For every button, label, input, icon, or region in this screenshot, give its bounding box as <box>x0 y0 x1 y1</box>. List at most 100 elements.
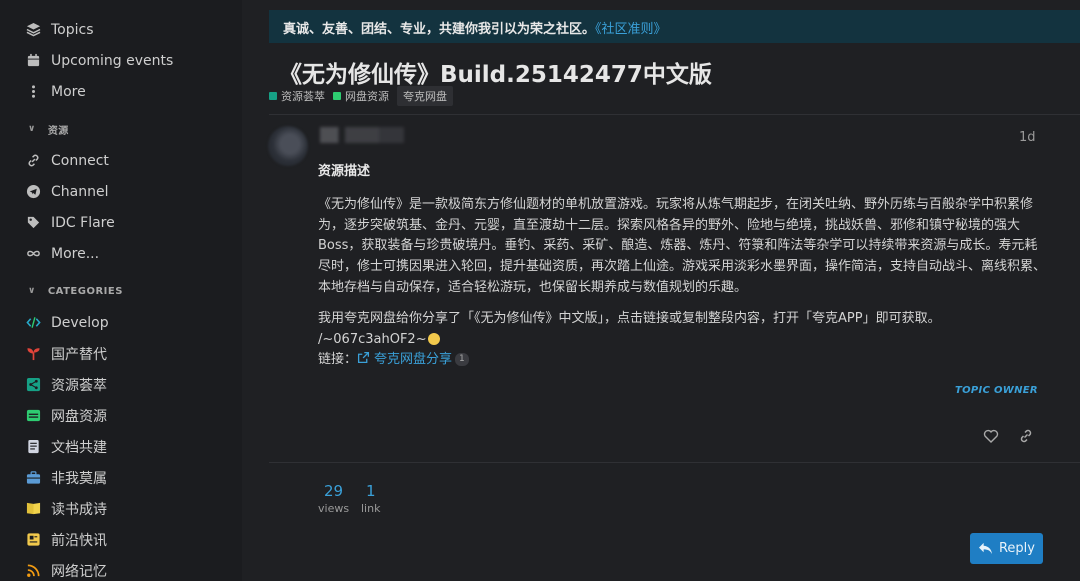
views-stat: 29 views <box>318 482 349 515</box>
sidebar-item-jobs[interactable]: 非我莫属 <box>0 462 242 493</box>
sidebar-item-label: Upcoming events <box>51 52 174 69</box>
smile-emoji-icon <box>427 333 440 346</box>
sidebar-item-reading[interactable]: 读书成诗 <box>0 493 242 524</box>
briefcase-icon <box>26 470 41 485</box>
sidebar: Topics Upcoming events More ∨ 资源 Connect… <box>0 0 242 581</box>
layers-icon <box>26 22 41 37</box>
category-color-icon <box>269 92 277 100</box>
reply-label: Reply <box>998 541 1035 556</box>
section-title: 资源 <box>47 125 69 137</box>
topic-tags: 资源荟萃 网盘资源 夸克网盘 <box>269 86 461 106</box>
sidebar-item-label: IDC Flare <box>51 214 115 231</box>
sidebar-item-domestic-alternatives[interactable]: 国产替代 <box>0 338 242 369</box>
sidebar-item-frontier-news[interactable]: 前沿快讯 <box>0 524 242 555</box>
share-link-line: 链接： 夸克网盘分享 1 <box>318 350 1048 371</box>
category-label: 网盘资源 <box>345 90 389 103</box>
sidebar-item-web-memory[interactable]: 网络记忆 <box>0 555 242 581</box>
sidebar-item-resource-hub[interactable]: 资源荟萃 <box>0 369 242 400</box>
sidebar-item-label: 国产替代 <box>51 346 107 363</box>
views-label: views <box>318 502 350 515</box>
sidebar-item-idc-flare[interactable]: IDC Flare <box>0 207 242 238</box>
sidebar-item-label: Channel <box>51 183 109 200</box>
sidebar-item-label: 读书成诗 <box>51 501 107 518</box>
infinity-icon <box>26 246 41 261</box>
link-icon <box>26 153 41 168</box>
reply-arrow-icon <box>978 542 992 555</box>
link-label: link <box>361 502 381 515</box>
sidebar-item-label: 资源荟萃 <box>51 377 107 394</box>
category-badge-resource-hub[interactable]: 资源荟萃 <box>269 88 325 104</box>
sidebar-item-label: 前沿快讯 <box>51 532 107 549</box>
share-link[interactable]: 夸克网盘分享 <box>357 352 452 367</box>
section-header-resources[interactable]: ∨ 资源 <box>0 113 242 145</box>
sidebar-item-label: Connect <box>51 152 109 169</box>
external-link-icon <box>357 352 370 364</box>
share-code-line: /~067c3ahOF2~ <box>318 330 1048 351</box>
divider <box>269 114 1080 115</box>
sidebar-item-label: Topics <box>51 21 94 38</box>
rss-icon <box>26 563 41 578</box>
sprout-icon <box>26 346 41 361</box>
chevron-down-icon: ∨ <box>28 286 36 296</box>
links-stat[interactable]: 1 link <box>361 482 380 515</box>
divider <box>269 462 1080 463</box>
topic-owner-badge: TOPIC OWNER <box>955 385 1038 396</box>
calendar-icon <box>26 53 41 68</box>
username-redacted[interactable] <box>320 127 404 143</box>
category-label: 资源荟萃 <box>281 90 325 103</box>
sidebar-item-label: 文档共建 <box>51 439 107 456</box>
code-icon <box>26 315 41 330</box>
sidebar-item-label: Develop <box>51 314 109 331</box>
share-block: 我用夸克网盘给你分享了「《无为修仙传》中文版」，点击链接或复制整段内容，打开「夸… <box>318 309 1048 371</box>
news-icon <box>26 532 41 547</box>
sidebar-item-more-resources[interactable]: More... <box>0 238 242 269</box>
sidebar-item-label: 网盘资源 <box>51 408 107 425</box>
share-link-text: 夸克网盘分享 <box>374 352 453 368</box>
post-heading: 资源描述 <box>318 164 371 179</box>
section-header-categories[interactable]: ∨ CATEGORIES <box>0 275 242 307</box>
telegram-icon <box>26 184 41 199</box>
category-badge-cloud-drive[interactable]: 网盘资源 <box>333 88 389 104</box>
sidebar-item-docs[interactable]: 文档共建 <box>0 431 242 462</box>
share-text: 我用夸克网盘给你分享了「《无为修仙传》中文版」，点击链接或复制整段内容，打开「夸… <box>318 310 941 326</box>
share-icon <box>26 377 41 392</box>
link-click-count: 1 <box>455 353 469 367</box>
banner-text: 真诚、友善、团结、专业，共建你我引以为荣之社区。 <box>283 22 596 37</box>
drive-icon <box>26 408 41 423</box>
sidebar-item-cloud-drive[interactable]: 网盘资源 <box>0 400 242 431</box>
tag-label: 夸克网盘 <box>403 90 447 103</box>
post-description: 《无为修仙传》是一款极简东方修仙题材的单机放置游戏。玩家将从炼气期起步，在闭关吐… <box>318 196 1047 295</box>
chevron-down-icon: ∨ <box>28 124 36 134</box>
reply-button[interactable]: Reply <box>970 533 1043 564</box>
community-banner: 真诚、友善、团结、专业，共建你我引以为荣之社区。《社区准则》 <box>269 10 1080 43</box>
copy-link-icon[interactable] <box>1018 428 1034 444</box>
sidebar-item-label: 网络记忆 <box>51 563 107 580</box>
post-body: 资源描述 《无为修仙传》是一款极简东方修仙题材的单机放置游戏。玩家将从炼气期起步… <box>318 162 1048 371</box>
share-code: /~067c3ahOF2~ <box>318 331 427 347</box>
topic-title: 《无为修仙传》Build.25142477中文版 <box>279 62 712 88</box>
category-color-icon <box>333 92 341 100</box>
book-icon <box>26 501 41 516</box>
avatar[interactable] <box>268 126 308 166</box>
like-heart-icon[interactable] <box>983 428 999 444</box>
document-icon <box>26 439 41 454</box>
tag-quark-drive[interactable]: 夸克网盘 <box>397 86 453 106</box>
sidebar-item-develop[interactable]: Develop <box>0 307 242 338</box>
topic-main: 真诚、友善、团结、专业，共建你我引以为荣之社区。《社区准则》 《无为修仙传》Bu… <box>242 0 1080 581</box>
sidebar-item-topics[interactable]: Topics <box>0 14 242 45</box>
guidelines-link[interactable]: 《社区准则》 <box>595 22 667 37</box>
sidebar-item-label: More <box>51 83 86 100</box>
sidebar-item-label: 非我莫属 <box>51 470 107 487</box>
sidebar-item-upcoming-events[interactable]: Upcoming events <box>0 45 242 76</box>
more-vertical-icon <box>26 84 41 99</box>
link-label: 链接： <box>318 352 358 368</box>
section-title: CATEGORIES <box>47 285 123 297</box>
sidebar-item-connect[interactable]: Connect <box>0 145 242 176</box>
sidebar-item-more[interactable]: More <box>0 76 242 107</box>
tag-icon <box>26 215 41 230</box>
post-date[interactable]: 1d <box>1019 130 1036 145</box>
sidebar-item-channel[interactable]: Channel <box>0 176 242 207</box>
sidebar-item-label: More... <box>51 245 100 262</box>
link-count: 1 <box>365 482 376 500</box>
views-count: 29 <box>323 482 344 500</box>
